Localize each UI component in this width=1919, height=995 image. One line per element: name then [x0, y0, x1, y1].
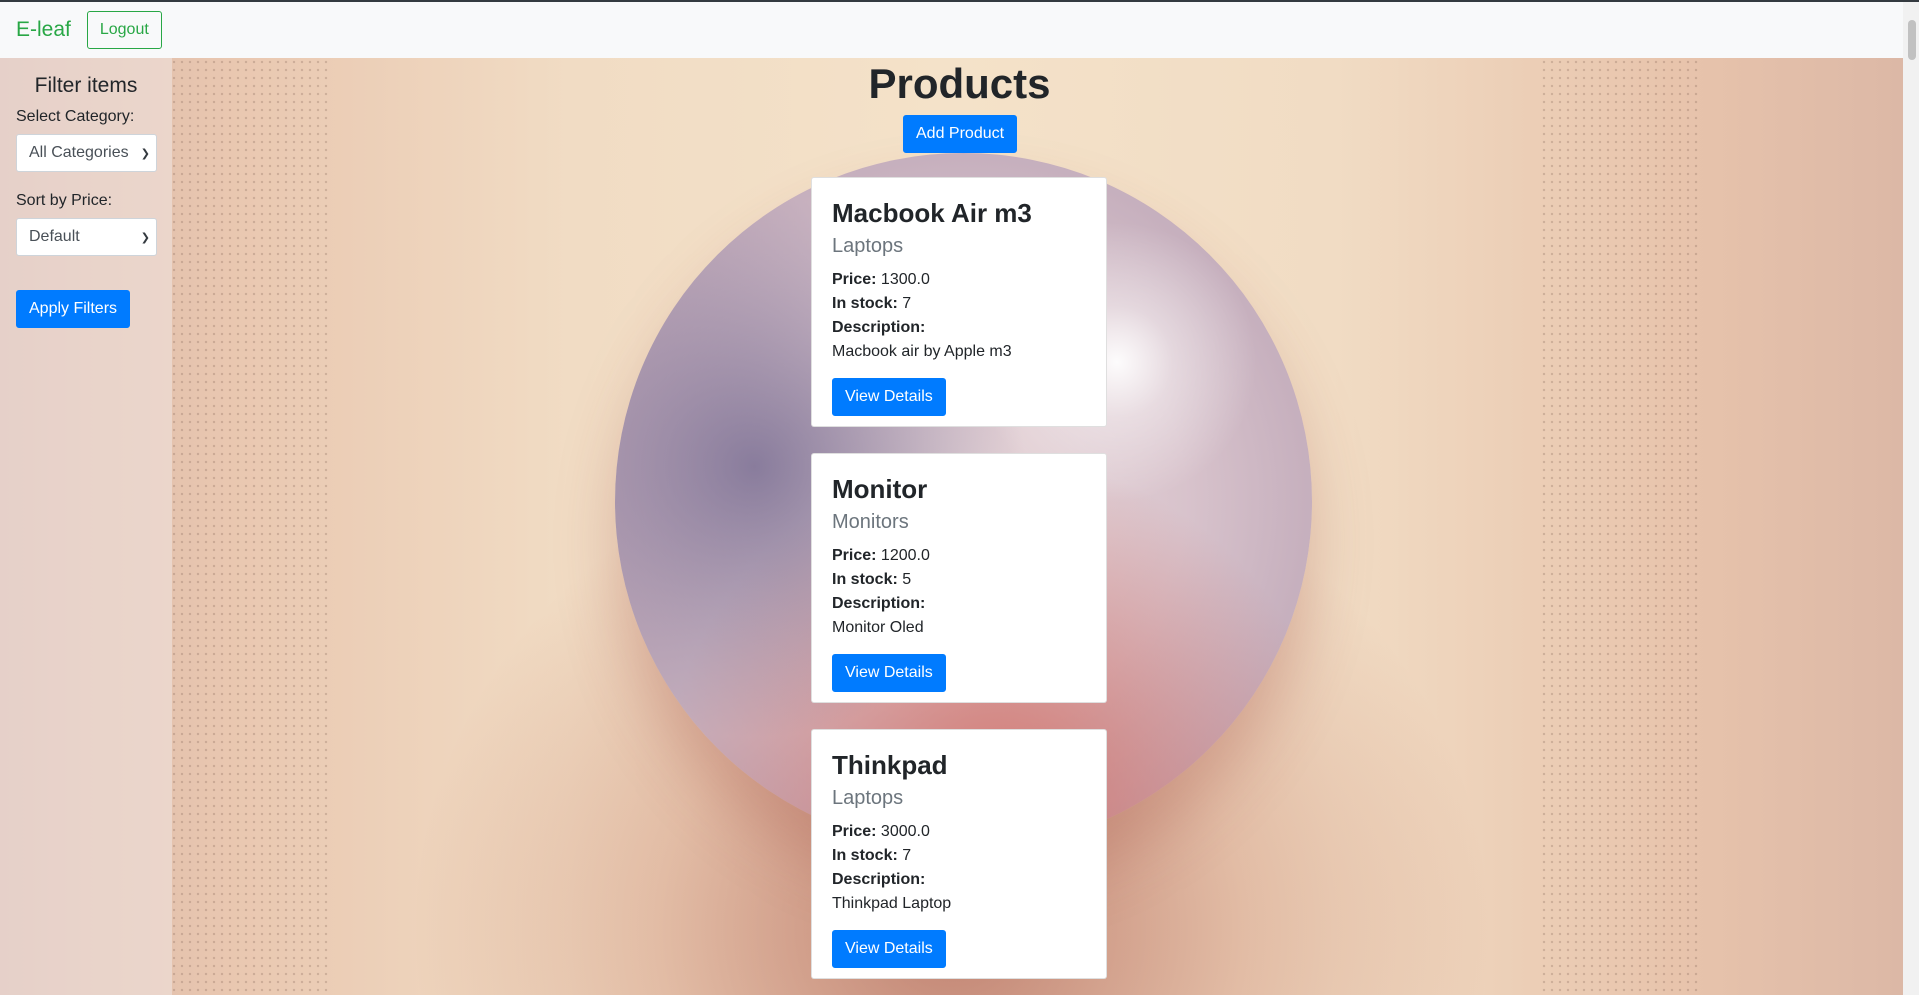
product-card: Thinkpad Laptops Price: 3000.0 In stock:…: [811, 729, 1107, 979]
price-label: Price:: [832, 547, 877, 564]
view-details-button[interactable]: View Details: [832, 930, 946, 968]
price-value: 3000.0: [880, 823, 930, 840]
category-select-value: All Categories: [29, 144, 129, 161]
product-category: Laptops: [832, 235, 904, 257]
chevron-down-icon: ❯: [140, 147, 150, 160]
product-price: Price: 1200.0: [832, 544, 1086, 568]
product-stock: In stock: 7: [832, 292, 1086, 316]
description-label: Description:: [832, 595, 926, 612]
description-label: Description:: [832, 871, 926, 888]
product-category: Monitors: [832, 511, 909, 533]
product-description: Macbook air by Apple m3: [832, 343, 1012, 360]
stock-value: 7: [902, 847, 912, 864]
stock-label: In stock:: [832, 571, 898, 588]
sort-label: Sort by Price:: [16, 192, 113, 209]
add-product-button[interactable]: Add Product: [903, 115, 1018, 153]
chevron-down-icon: ❯: [140, 231, 150, 244]
product-stock: In stock: 7: [832, 844, 1086, 868]
category-select[interactable]: All Categories ❯: [16, 134, 157, 172]
product-card: Monitor Monitors Price: 1200.0 In stock:…: [811, 453, 1107, 703]
product-price: Price: 3000.0: [832, 820, 1086, 844]
apply-filters-button[interactable]: Apply Filters: [16, 290, 131, 328]
page-scrollbar[interactable]: [1903, 2, 1919, 995]
product-price: Price: 1300.0: [832, 268, 1086, 292]
product-name: Macbook Air m3: [832, 198, 1032, 228]
sort-select-value: Default: [29, 228, 80, 245]
view-details-button[interactable]: View Details: [832, 654, 946, 692]
price-value: 1200.0: [880, 547, 930, 564]
stock-value: 5: [902, 571, 912, 588]
product-description: Monitor Oled: [832, 619, 924, 636]
product-description: Thinkpad Laptop: [832, 895, 952, 912]
stock-value: 7: [902, 295, 912, 312]
logout-button[interactable]: Logout: [86, 11, 162, 49]
scrollbar-thumb[interactable]: [1908, 20, 1916, 60]
navbar: E-leaf Logout: [0, 2, 1919, 58]
product-stock: In stock: 5: [832, 568, 1086, 592]
product-category: Laptops: [832, 787, 904, 809]
brand-link[interactable]: E-leaf: [16, 18, 71, 42]
product-card: Macbook Air m3 Laptops Price: 1300.0 In …: [811, 177, 1107, 427]
product-name: Monitor: [832, 474, 928, 504]
products-main: Products Add Product Macbook Air m3 Lapt…: [172, 58, 1747, 995]
stock-label: In stock:: [832, 847, 898, 864]
filter-sidebar: Filter items Select Category: All Catego…: [0, 58, 172, 995]
filter-title: Filter items: [34, 74, 138, 97]
price-value: 1300.0: [880, 271, 930, 288]
sort-select[interactable]: Default ❯: [16, 218, 157, 256]
price-label: Price:: [832, 823, 877, 840]
view-details-button[interactable]: View Details: [832, 378, 946, 416]
product-name: Thinkpad: [832, 750, 948, 780]
description-label: Description:: [832, 319, 926, 336]
page-title: Products: [868, 60, 1051, 107]
category-label: Select Category:: [16, 108, 135, 125]
stock-label: In stock:: [832, 295, 898, 312]
price-label: Price:: [832, 271, 877, 288]
